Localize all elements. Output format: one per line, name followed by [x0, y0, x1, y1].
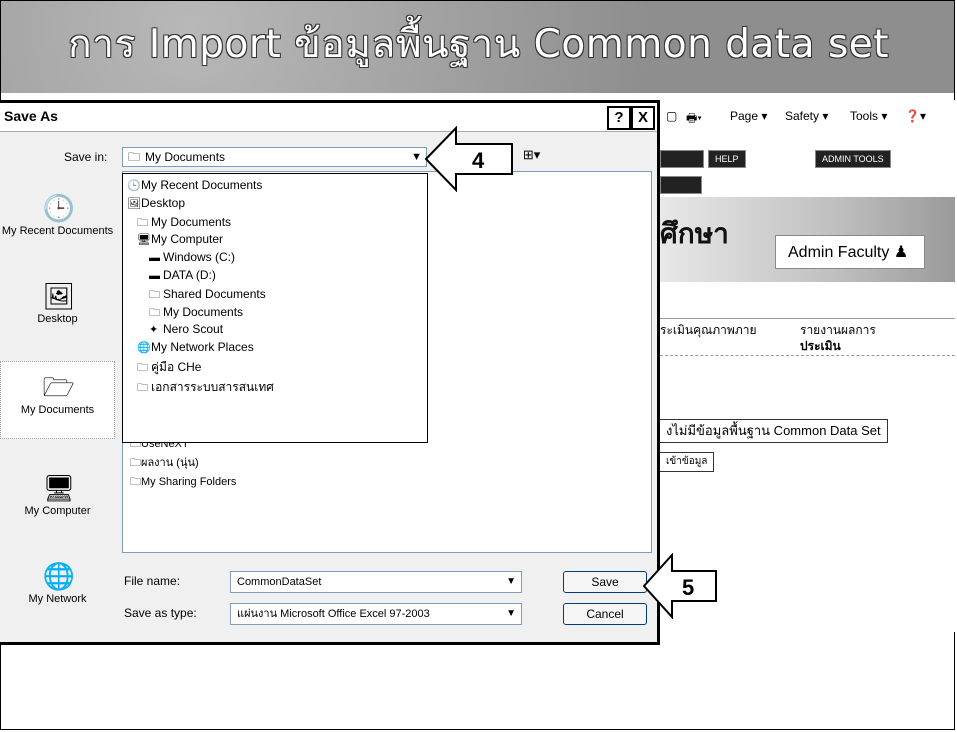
save-as-type-select[interactable]: แผ่นงาน Microsoft Office Excel 97-2003 ▼	[230, 603, 522, 625]
chevron-down-icon[interactable]: ▼	[506, 604, 516, 624]
admin-tools-nav-button[interactable]: ADMIN TOOLS	[815, 150, 891, 168]
dropdown-item[interactable]: 🗀 My Documents	[137, 214, 231, 233]
save-as-type-label: Save as type:	[124, 606, 197, 620]
file-item[interactable]: 🗀ผลงาน (นุ่น)	[130, 453, 199, 473]
place-label: My Recent Documents	[1, 225, 114, 237]
dropdown-item-selected[interactable]: ▬ DATA (D:)	[149, 268, 216, 282]
dropdown-item[interactable]: 🗀 คู่มือ CHe	[137, 358, 201, 378]
help-nav-button[interactable]: HELP	[708, 150, 746, 168]
title-banner: การ Import ข้อมูลพื้นฐาน Common data set	[1, 1, 954, 93]
recent-icon: 🕒	[127, 180, 141, 192]
shared-folder-icon: 🗀	[130, 476, 141, 488]
step-5-number: 5	[682, 575, 694, 600]
file-name-input[interactable]: CommonDataSet ▼	[230, 571, 522, 593]
page-menu[interactable]: Page ▾	[730, 109, 767, 123]
folder-icon: 🗀	[149, 307, 160, 319]
folder-icon: 🗀	[137, 217, 148, 229]
step-4-callout: 4	[424, 126, 513, 192]
chevron-down-icon[interactable]: ▼	[506, 572, 516, 592]
import-data-button[interactable]: เข้าข้อมูล	[660, 452, 715, 472]
save-as-type-value: แผ่นงาน Microsoft Office Excel 97-2003	[237, 608, 430, 620]
home-icon[interactable]: ▢	[666, 109, 677, 123]
save-in-dropdown[interactable]: 🗀 My Documents ▼	[122, 147, 427, 167]
browser-toolbar: ▢ 🖶▾ Page ▾ Safety ▾ Tools ▾ ❓▾	[660, 100, 955, 132]
save-in-label: Save in:	[64, 150, 108, 164]
menu-item-internal-assessment[interactable]: ระเมินคุณภาพภาย	[660, 321, 757, 340]
folder-icon: 🗀	[130, 457, 141, 469]
menu-row: ระเมินคุณภาพภาย รายงานผลการ ประเมิน	[660, 318, 955, 356]
step-5-callout: 5	[642, 553, 717, 619]
place-my-recent-documents[interactable]: 🕒 My Recent Documents	[0, 193, 115, 237]
dropdown-item[interactable]: ▬ Windows (C:)	[149, 250, 235, 264]
dropdown-item[interactable]: 🕒My Recent Documents	[127, 178, 262, 192]
my-network-icon: 🌐	[42, 561, 75, 591]
slide-title: การ Import ข้อมูลพื้นฐาน Common data set	[67, 22, 890, 67]
my-documents-icon: 🗁	[42, 372, 75, 402]
dropdown-item[interactable]: 🗀 Shared Documents	[149, 286, 266, 305]
save-button[interactable]: Save	[563, 571, 647, 593]
place-my-computer[interactable]: 🖥 My Computer	[0, 473, 115, 517]
place-my-documents[interactable]: 🗁 My Documents	[0, 361, 115, 439]
safety-menu[interactable]: Safety ▾	[785, 109, 828, 123]
file-name-value: CommonDataSet	[237, 576, 322, 588]
network-icon: 🌐	[137, 342, 151, 354]
place-label: My Network	[28, 593, 87, 605]
folder-icon: 🗀	[128, 150, 141, 164]
cancel-button[interactable]: Cancel	[563, 603, 647, 625]
views-menu-icon[interactable]: ⊞▾	[523, 147, 540, 162]
drive-icon: ▬	[149, 252, 160, 264]
place-label: My Documents	[20, 404, 95, 416]
dialog-titlebar[interactable]: Save As ? X	[0, 103, 657, 132]
save-in-dropdown-list[interactable]: 🕒My Recent Documents 🖼Desktop 🗀 My Docume…	[122, 173, 428, 443]
site-header-title: ศึกษา	[660, 218, 729, 249]
desktop-icon: 🖼	[127, 198, 141, 210]
step-4-number: 4	[472, 148, 485, 173]
dropdown-item[interactable]: 🗀 เอกสารระบบสารสนเทศ	[137, 378, 274, 398]
place-label: Desktop	[37, 313, 78, 325]
admin-faculty-text: Admin Faculty	[788, 244, 890, 261]
print-icon[interactable]: 🖶▾	[686, 109, 702, 130]
dropdown-item[interactable]: 🌐My Network Places	[137, 340, 254, 354]
common-data-set-button[interactable]: งไม่มีข้อมูลพื้นฐาน Common Data Set	[660, 419, 888, 443]
chevron-down-icon: ▼	[411, 151, 422, 163]
nav-button-partial[interactable]	[660, 150, 704, 168]
recent-documents-icon: 🕒	[42, 193, 75, 223]
dropdown-item[interactable]: 🗀 My Documents	[149, 304, 243, 323]
nero-icon: ✦	[149, 324, 159, 336]
folder-icon: 🗀	[137, 382, 148, 394]
drive-icon: ▬	[149, 270, 160, 282]
close-button[interactable]: X	[631, 106, 655, 130]
folder-icon: 🗀	[137, 362, 148, 374]
desktop-icon: 🖼	[42, 281, 76, 311]
dropdown-item[interactable]: 🖥My Computer	[137, 232, 223, 246]
file-item[interactable]: 🗀My Sharing Folders	[130, 473, 236, 492]
my-computer-icon: 🖥	[42, 473, 76, 503]
dropdown-item[interactable]: 🖼Desktop	[127, 196, 185, 210]
menu-item-report-line2[interactable]: ประเมิน	[800, 337, 841, 356]
place-my-network[interactable]: 🌐 My Network	[0, 561, 115, 605]
tools-menu[interactable]: Tools ▾	[850, 109, 887, 123]
admin-faculty-label: Admin Faculty ♟	[775, 235, 925, 269]
save-in-value: My Documents	[145, 150, 226, 164]
computer-icon: 🖥	[137, 234, 151, 246]
file-name-label: File name:	[124, 574, 181, 588]
nav-button-partial-2[interactable]	[660, 176, 702, 194]
help-button[interactable]: ?	[607, 106, 631, 130]
help-menu-icon[interactable]: ❓▾	[905, 109, 926, 123]
place-desktop[interactable]: 🖼 Desktop	[0, 281, 115, 325]
dropdown-item[interactable]: ✦ Nero Scout	[149, 322, 223, 336]
folder-icon: 🗀	[149, 289, 160, 301]
save-as-dialog: Save As ? X Save in: 🗀 My Documents ▼ ° …	[0, 100, 660, 645]
dialog-title: Save As	[4, 108, 58, 124]
places-bar: 🕒 My Recent Documents 🖼 Desktop 🗁 My Doc…	[0, 173, 115, 643]
user-icon: ♟	[893, 244, 909, 261]
place-label: My Computer	[24, 505, 91, 517]
